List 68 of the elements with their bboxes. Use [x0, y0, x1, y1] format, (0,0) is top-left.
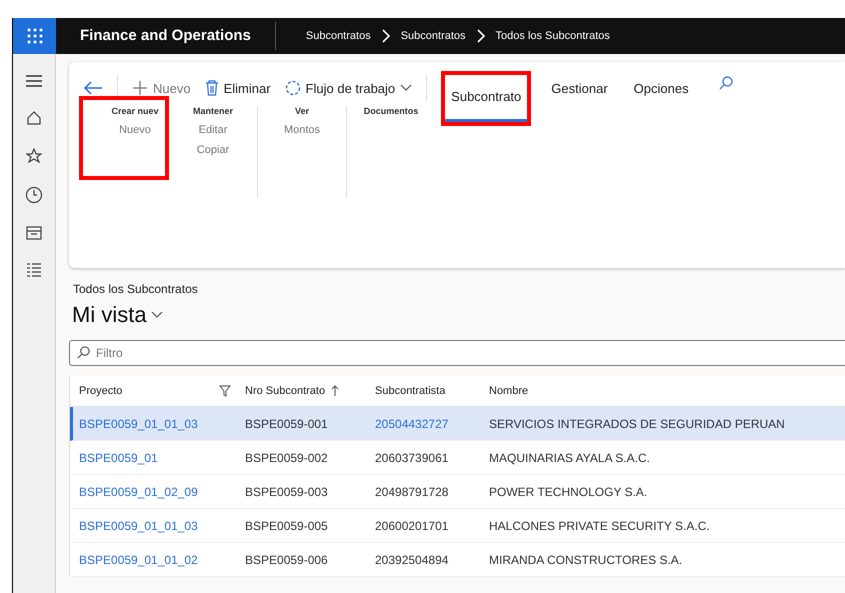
- project-link[interactable]: BSPE0059_01_01_02: [79, 552, 198, 566]
- filter-icon[interactable]: [219, 385, 231, 397]
- table-cell: SERVICIOS INTEGRADOS DE SEGURIDAD PERUAN: [489, 416, 785, 430]
- list-icon[interactable]: [26, 262, 42, 278]
- ribbon-action[interactable]: Editar: [198, 124, 228, 136]
- clock-icon[interactable]: [25, 186, 43, 204]
- search-icon[interactable]: [718, 76, 733, 90]
- chevron-right-icon: [380, 29, 391, 43]
- project-link[interactable]: BSPE0059_01_01_03: [79, 518, 198, 532]
- toolbar-button[interactable]: Eliminar: [204, 80, 271, 96]
- filter-field[interactable]: Filtro: [69, 340, 845, 366]
- table-row[interactable]: BSPE0059_01_02_09 BSPE0059-003 20498791728 POWER TECHNOLOGY S.A.: [70, 475, 845, 509]
- column-header[interactable]: Subcontratista: [375, 385, 446, 397]
- column-header[interactable]: Nro Subcontrato: [245, 385, 326, 397]
- table-cell: 20392504894: [375, 552, 448, 566]
- star-icon[interactable]: [26, 148, 42, 164]
- trash-icon: [204, 80, 219, 96]
- search-icon: [77, 346, 90, 359]
- breadcrumb-link[interactable]: Subcontratos: [400, 30, 466, 42]
- table-cell: BSPE0059-006: [245, 552, 328, 566]
- table-cell: BSPE0059-002: [245, 450, 328, 464]
- chevron-down-icon: [400, 84, 412, 92]
- menu-icon[interactable]: [25, 74, 43, 88]
- table-row[interactable]: BSPE0059_01_01_02 BSPE0059-006 20392504894 MIRANDA CONSTRUCTORES S.A.: [70, 543, 845, 577]
- table-cell: 20600201701: [375, 518, 448, 532]
- ribbon-action[interactable]: Nuevo: [119, 124, 151, 136]
- sort-arrow-icon[interactable]: [331, 385, 340, 397]
- table-cell: BSPE0059-005: [245, 518, 328, 532]
- group-title: Crear nuev: [111, 106, 159, 116]
- table-cell: BSPE0059-001: [245, 416, 328, 430]
- contractor-link[interactable]: 20504432727: [375, 416, 448, 430]
- project-link[interactable]: BSPE0059_01: [79, 450, 158, 464]
- table-row[interactable]: BSPE0059_01 BSPE0059-002 20603739061 MAQUINARIAS AYALA S.A.C.: [70, 441, 845, 475]
- table-cell: POWER TECHNOLOGY S.A.: [489, 484, 648, 498]
- ribbon-action[interactable]: Copiar: [196, 144, 230, 156]
- app-launcher-button[interactable]: [13, 18, 56, 54]
- project-link[interactable]: BSPE0059_01_02_09: [79, 484, 198, 498]
- group-title: Mantener: [192, 106, 233, 116]
- table-row[interactable]: BSPE0059_01_01_03 BSPE0059-005 20600201701 HALCONES PRIVATE SECURITY S.A.C.: [70, 509, 845, 543]
- view-selector[interactable]: Mi vista: [72, 302, 163, 328]
- table-cell: 20498791728: [375, 484, 448, 498]
- table-cell: HALCONES PRIVATE SECURITY S.A.C.: [489, 518, 710, 532]
- table-cell: 20603739061: [375, 450, 448, 464]
- home-icon[interactable]: [26, 110, 42, 126]
- calendar-icon[interactable]: [26, 226, 42, 240]
- project-link[interactable]: BSPE0059_01_01_03: [79, 416, 198, 430]
- ribbon-tab[interactable]: Gestionar: [545, 74, 614, 102]
- page-caption: Todos los Subcontratos: [73, 282, 199, 296]
- waffle-icon: [26, 28, 42, 44]
- breadcrumb-link[interactable]: Subcontratos: [306, 30, 371, 42]
- group-title: Documentos: [364, 106, 418, 116]
- column-header[interactable]: Proyecto: [79, 385, 122, 397]
- table-cell: MAQUINARIAS AYALA S.A.C.: [489, 450, 650, 464]
- table-row[interactable]: BSPE0059_01_01_03 BSPE0059-001 20504432727 SERVICIOS INTEGRADOS DE SEGURIDAD PERUAN: [70, 407, 845, 441]
- table-cell: BSPE0059-003: [245, 484, 328, 498]
- ribbon-tab[interactable]: Subcontrato: [441, 70, 532, 126]
- chevron-down-icon: [150, 311, 163, 319]
- toolbar-button[interactable]: Flujo de trabajo: [284, 80, 412, 96]
- ribbon-tab[interactable]: Opciones: [628, 74, 695, 102]
- chevron-right-icon: [476, 29, 486, 43]
- breadcrumb-link[interactable]: Todos los Subcontratos: [496, 30, 610, 42]
- plus-icon: [132, 80, 148, 96]
- column-header[interactable]: Nombre: [489, 385, 528, 397]
- table-cell: MIRANDA CONSTRUCTORES S.A.: [489, 552, 682, 566]
- back-arrow-icon[interactable]: [83, 81, 103, 95]
- app-title: Finance and Operations: [56, 22, 276, 50]
- group-title: Ver: [294, 106, 309, 116]
- ribbon-action[interactable]: Montos: [284, 124, 320, 136]
